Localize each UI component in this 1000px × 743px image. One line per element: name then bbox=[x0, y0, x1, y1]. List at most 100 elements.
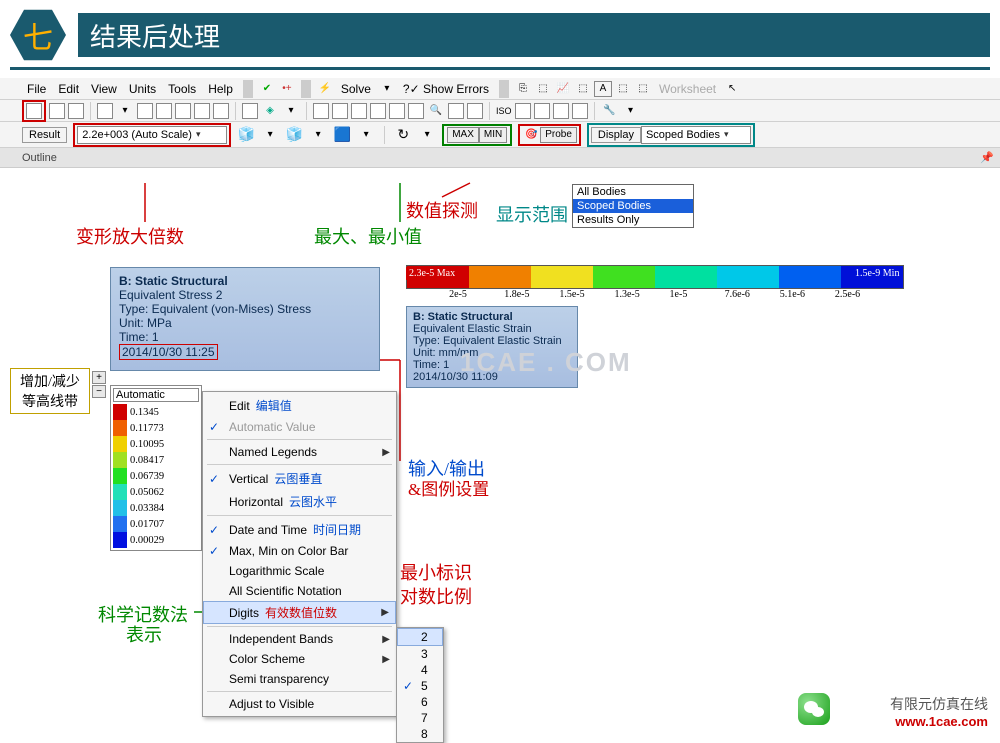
legend-auto[interactable]: Automatic bbox=[113, 388, 199, 402]
ctx-semi-transparency[interactable]: Semi transparency bbox=[203, 669, 396, 689]
max-button[interactable]: MAX bbox=[447, 127, 479, 143]
ctx-digits[interactable]: Digits有效数值位数▶ bbox=[203, 601, 396, 624]
tool-icon-f[interactable]: ⬚ bbox=[634, 81, 652, 97]
ctx-all-sci[interactable]: All Scientific Notation bbox=[203, 581, 396, 601]
pin-icon[interactable]: 📌 bbox=[980, 151, 994, 164]
legend-row[interactable]: 0.11773 bbox=[113, 420, 199, 436]
legend-row[interactable]: 0.01707 bbox=[113, 516, 199, 532]
tool2-p[interactable] bbox=[448, 103, 464, 119]
tool2-c[interactable] bbox=[97, 103, 113, 119]
digits-opt-7[interactable]: 7 bbox=[397, 710, 443, 726]
tool2-s[interactable] bbox=[534, 103, 550, 119]
menu-units[interactable]: Units bbox=[124, 82, 161, 96]
tool2-dd[interactable]: ▾ bbox=[116, 103, 134, 119]
text-a-icon[interactable]: A bbox=[594, 81, 612, 97]
tool2-i[interactable] bbox=[242, 103, 258, 119]
legend-row[interactable]: 0.05062 bbox=[113, 484, 199, 500]
tool2-f[interactable] bbox=[175, 103, 191, 119]
digits-opt-8[interactable]: 8 bbox=[397, 726, 443, 742]
ctx-vertical[interactable]: ✓Vertical云图垂直 bbox=[203, 467, 396, 490]
ctx-horizontal[interactable]: Horizontal云图水平 bbox=[203, 490, 396, 513]
tool2-r[interactable] bbox=[515, 103, 531, 119]
tool2-u[interactable] bbox=[572, 103, 588, 119]
menu-tools[interactable]: Tools bbox=[163, 82, 201, 96]
tool2-e[interactable] bbox=[156, 103, 172, 119]
tool2-m[interactable] bbox=[370, 103, 386, 119]
tool-icon-c[interactable]: 📈 bbox=[554, 81, 572, 97]
tb3-cube1-icon[interactable]: 🧊 bbox=[237, 127, 255, 143]
display-opt-all[interactable]: All Bodies bbox=[573, 185, 693, 199]
menu-edit[interactable]: Edit bbox=[53, 82, 84, 96]
legend-plus-button[interactable]: + bbox=[92, 371, 106, 384]
tool2-d[interactable] bbox=[137, 103, 153, 119]
tool-icon-b[interactable]: ⬚ bbox=[534, 81, 552, 97]
digits-opt-3[interactable]: 3 bbox=[397, 646, 443, 662]
tool-icon-e[interactable]: ⬚ bbox=[614, 81, 632, 97]
ctx-named-legends[interactable]: Named Legends▶ bbox=[203, 442, 396, 462]
iso-icon[interactable]: ISO bbox=[496, 106, 512, 116]
ann-minmark: 最小标识 bbox=[400, 559, 472, 585]
ctx-max-min[interactable]: ✓Max, Min on Color Bar bbox=[203, 541, 396, 561]
tb3-refresh-icon[interactable]: ↻ bbox=[394, 127, 412, 143]
legend-row[interactable]: 0.08417 bbox=[113, 452, 199, 468]
probe-icon[interactable]: 🎯 bbox=[522, 127, 540, 143]
digits-opt-5[interactable]: ✓5 bbox=[397, 678, 443, 694]
outline-panel-header: Outline 📌 bbox=[0, 148, 1000, 168]
legend-row[interactable]: 0.03384 bbox=[113, 500, 199, 516]
tool2-q[interactable] bbox=[467, 103, 483, 119]
ctx-independent-bands[interactable]: Independent Bands▶ bbox=[203, 629, 396, 649]
result-scale-combo[interactable]: 2.2e+003 (Auto Scale) bbox=[77, 126, 227, 144]
tool2-n[interactable] bbox=[389, 103, 405, 119]
menu-file[interactable]: File bbox=[22, 82, 51, 96]
tool2-j[interactable] bbox=[313, 103, 329, 119]
tool2-k[interactable] bbox=[332, 103, 348, 119]
watermark: 1CAE . COM bbox=[460, 347, 632, 378]
zoom-icon[interactable]: 🔍 bbox=[427, 103, 445, 119]
solve-icon[interactable]: ⚡ bbox=[316, 81, 334, 97]
legend-row[interactable]: 0.00029 bbox=[113, 532, 199, 548]
tool2-h[interactable] bbox=[213, 103, 229, 119]
ctx-log-scale[interactable]: Logarithmic Scale bbox=[203, 561, 396, 581]
digits-opt-6[interactable]: 6 bbox=[397, 694, 443, 710]
tool2-g[interactable] bbox=[194, 103, 210, 119]
show-errors-button[interactable]: ?✓ Show Errors bbox=[398, 82, 494, 96]
tool-icon-1[interactable]: •+ bbox=[278, 81, 296, 97]
ctx-adjust-visible[interactable]: Adjust to Visible bbox=[203, 694, 396, 714]
legend-minus-button[interactable]: − bbox=[92, 385, 106, 398]
tool2-a[interactable] bbox=[49, 103, 65, 119]
ctx-edit[interactable]: Edit编辑值 bbox=[203, 394, 396, 417]
tool2-l[interactable] bbox=[351, 103, 367, 119]
result-scale-box: 2.2e+003 (Auto Scale) bbox=[73, 123, 231, 147]
legend-row[interactable]: 0.06739 bbox=[113, 468, 199, 484]
tb3-cube2-icon[interactable]: 🧊 bbox=[285, 127, 303, 143]
digits-opt-4[interactable]: 4 bbox=[397, 662, 443, 678]
tool2-o[interactable] bbox=[408, 103, 424, 119]
tool2-cube-icon[interactable]: ◈ bbox=[261, 103, 279, 119]
ctx-color-scheme[interactable]: Color Scheme▶ bbox=[203, 649, 396, 669]
menu-help[interactable]: Help bbox=[203, 82, 238, 96]
check-icon[interactable]: ✔ bbox=[258, 81, 276, 97]
tool-icon-a[interactable]: ⎘ bbox=[514, 81, 532, 97]
display-opt-results[interactable]: Results Only bbox=[573, 213, 693, 227]
menu-view[interactable]: View bbox=[86, 82, 122, 96]
digits-submenu: 234✓5678 bbox=[396, 627, 444, 743]
solve-button[interactable]: Solve bbox=[336, 82, 376, 96]
cursor-icon[interactable]: ↖ bbox=[723, 81, 741, 97]
solve-dropdown-icon[interactable]: ▾ bbox=[378, 81, 396, 97]
tool2-b[interactable] bbox=[68, 103, 84, 119]
select-tool-group[interactable] bbox=[22, 100, 46, 122]
display-opt-scoped[interactable]: Scoped Bodies bbox=[573, 199, 693, 213]
ctx-date-time[interactable]: ✓Date and Time时间日期 bbox=[203, 518, 396, 541]
wrench-icon[interactable]: 🔧 bbox=[601, 103, 619, 119]
tool-icon-d[interactable]: ⬚ bbox=[574, 81, 592, 97]
display-group: Display Scoped Bodies bbox=[587, 123, 755, 147]
probe-button[interactable]: Probe bbox=[540, 127, 577, 143]
min-button[interactable]: MIN bbox=[479, 127, 507, 143]
tb3-colorcube-icon[interactable]: 🟦 bbox=[333, 127, 351, 143]
digits-opt-2[interactable]: 2 bbox=[397, 628, 443, 646]
legend-row[interactable]: 0.10095 bbox=[113, 436, 199, 452]
legend-row[interactable]: 0.1345 bbox=[113, 404, 199, 420]
display-combo[interactable]: Scoped Bodies bbox=[641, 126, 751, 144]
tool2-t[interactable] bbox=[553, 103, 569, 119]
color-legend-vertical[interactable]: Automatic 0.13450.117730.100950.084170.0… bbox=[110, 385, 202, 551]
